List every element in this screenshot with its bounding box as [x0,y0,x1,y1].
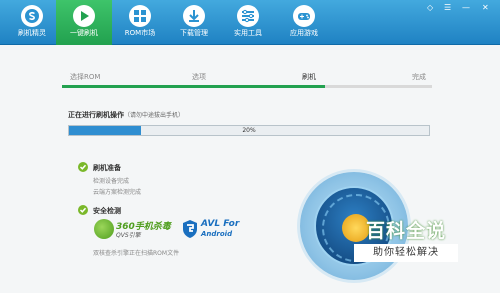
step-complete: 完成 [412,73,426,81]
progress-note: （请勿中途拔出手机） [124,112,185,119]
toolbar-button-apps-games[interactable]: 应用游戏 [276,0,332,45]
toolbar-button-utilities[interactable]: 实用工具 [220,0,276,45]
watermark-title: 百科全说 [365,220,446,242]
avl-platform-name: Android [201,230,233,238]
tools-icon [237,5,259,27]
progress-title: 正在进行刷机操作（请勿中途拔出手机） [68,110,184,120]
check-icon [78,205,88,215]
prep-line: 检测设备完成 [93,178,130,185]
toolbar-button-one-click-flash[interactable]: 一键刷机 [56,0,112,45]
toolbar-button-flash-genie[interactable]: 刷机精灵 [4,0,60,45]
avl-shield-icon [183,220,197,238]
step-track-fill [62,85,325,88]
prep-title: 刷机准备 [93,164,121,172]
toolbar-button-download-manager[interactable]: 下载管理 [166,0,222,45]
360-engine-name: QVS引擎 [116,232,141,239]
skin-icon[interactable]: ◇ [427,3,433,13]
gamepad-icon [293,5,315,27]
prep-line: 云端方案检测完成 [93,189,142,196]
play-icon [73,5,95,27]
menu-icon[interactable]: ☰ [444,3,451,13]
avl-brand-name: AVL For [201,219,240,229]
top-toolbar: 刷机精灵 一键刷机 ROM市场 下载管理 实用工具 应用游戏 ◇ ☰ — ✕ [0,0,500,45]
toolbar-label: 刷机精灵 [18,29,46,37]
close-icon[interactable]: ✕ [482,3,489,13]
step-flash: 刷机 [302,73,316,81]
toolbar-label: 一键刷机 [70,29,98,37]
progress-bar: 20% [68,125,430,136]
step-select-rom: 选择ROM [70,73,101,81]
step-indicator: 选择ROM 选项 刷机 完成 [62,72,432,86]
check-icon [78,162,88,172]
toolbar-label: ROM市场 [124,29,156,37]
minimize-icon[interactable]: — [462,3,470,13]
step-track [62,85,432,88]
360-logo-icon [94,219,114,239]
toolbar-button-rom-market[interactable]: ROM市场 [112,0,168,45]
progress-title-text: 正在进行刷机操作 [68,111,124,119]
download-icon [183,5,205,27]
grid-icon [129,5,151,27]
toolbar-label: 应用游戏 [290,29,318,37]
security-status: 双核查杀引擎正在扫描ROM文件 [93,250,180,257]
toolbar-label: 实用工具 [234,29,262,37]
step-options: 选项 [192,73,206,81]
toolbar-label: 下载管理 [180,29,208,37]
security-title: 安全检测 [93,207,121,215]
progress-value: 20% [242,127,256,134]
watermark-subtitle: 助你轻松解决 [354,244,458,262]
watermark: 百科全说 助你轻松解决 [354,216,458,268]
s-logo-icon [21,5,43,27]
